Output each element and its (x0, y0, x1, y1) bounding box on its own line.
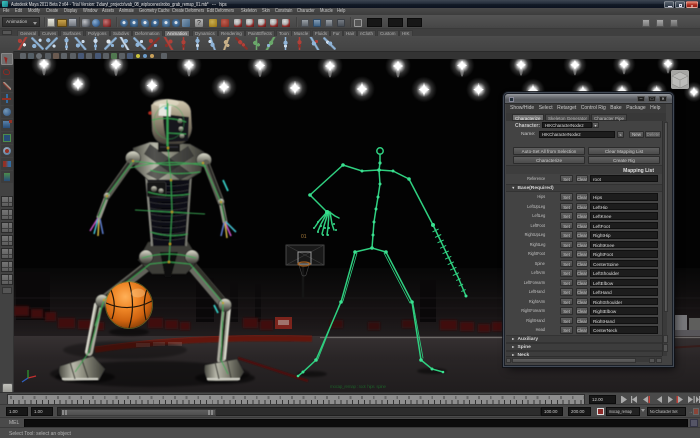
svg-text:mocap_remap : root hips spin: mocap_remap : root hips spine (330, 384, 386, 389)
svg-text:01: 01 (301, 234, 307, 240)
